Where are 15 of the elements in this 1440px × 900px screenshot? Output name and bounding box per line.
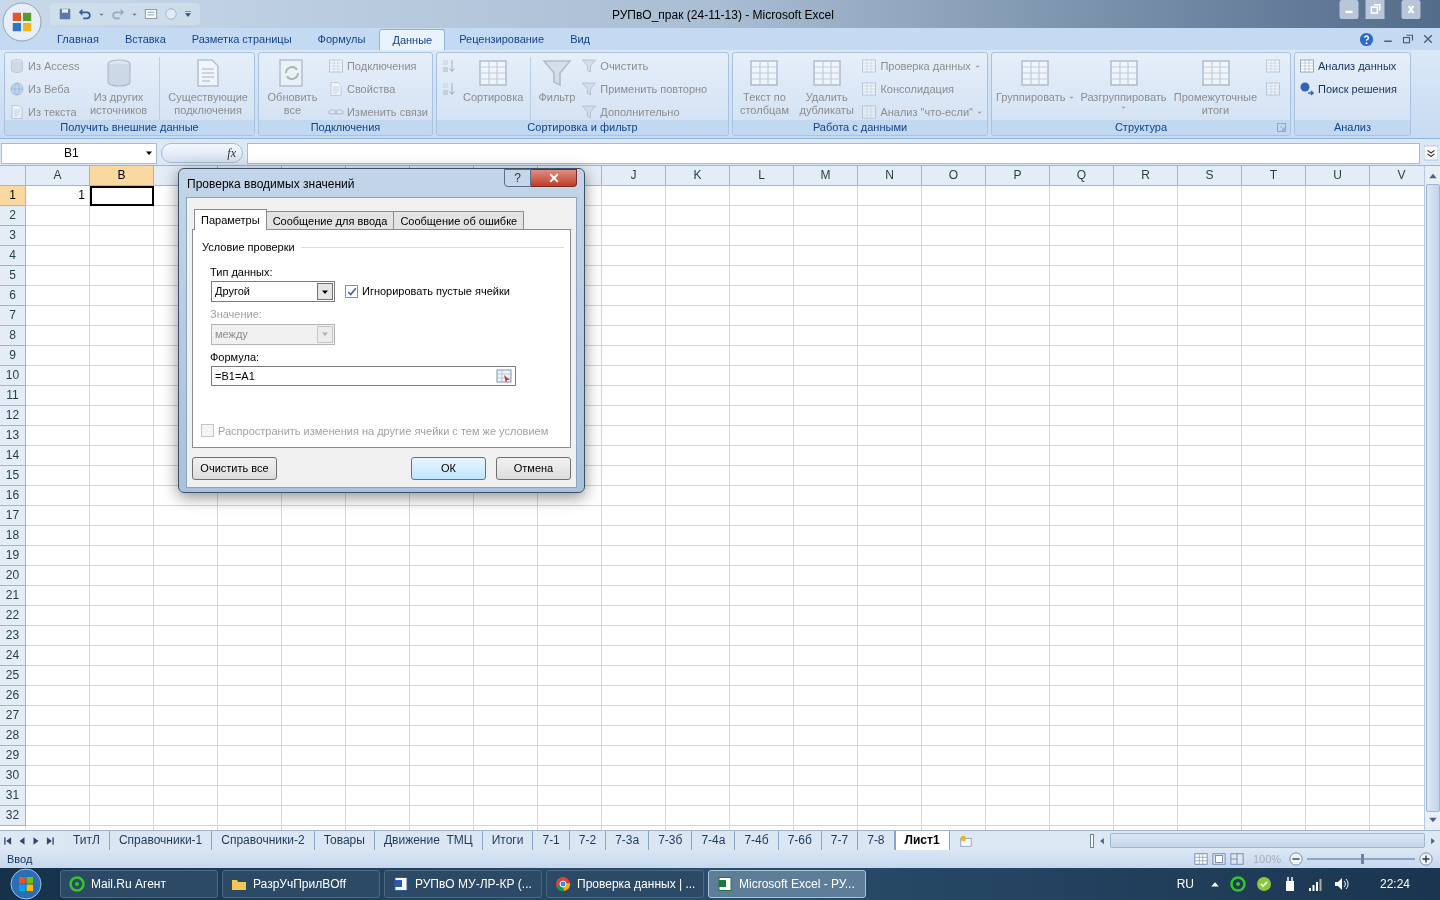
section-title: Условие проверки bbox=[202, 240, 295, 255]
group-label: Подключения bbox=[310, 120, 381, 135]
group-label: Анализ bbox=[1333, 120, 1372, 135]
status-text: Ввод bbox=[7, 851, 33, 867]
window-title: РУПвО_прак (24-11-13) - Microsoft Excel bbox=[612, 7, 834, 24]
dialog-title: Проверка вводимых значений bbox=[187, 177, 355, 192]
group-label: Структура bbox=[1114, 120, 1168, 135]
field-label: Тип данных: bbox=[210, 264, 274, 280]
group-label: Сортировка и фильтр bbox=[527, 120, 638, 135]
group-label: Работа с данными bbox=[812, 120, 908, 135]
field-label: Значение: bbox=[210, 307, 263, 322]
checkbox-label: Распространить изменения на другие ячейки с тем же условием bbox=[218, 423, 549, 439]
group-label: Получить внешние данные bbox=[60, 120, 199, 135]
field-label: Формула: bbox=[210, 349, 261, 365]
checkbox-label: Игнорировать пустые ячейки bbox=[362, 284, 510, 300]
